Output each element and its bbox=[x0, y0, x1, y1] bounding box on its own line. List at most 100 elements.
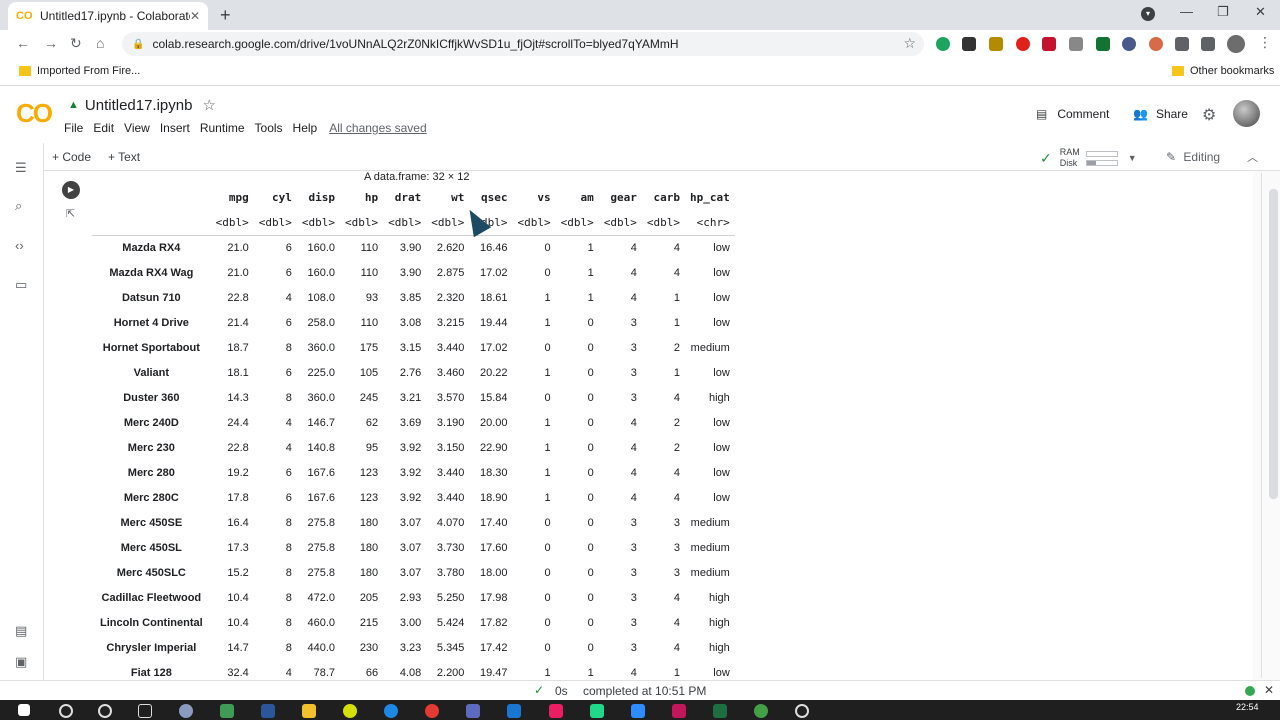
table-cell: 18.30 bbox=[480, 466, 508, 479]
table-cell: 1 bbox=[673, 291, 681, 304]
bookmark-star-icon[interactable]: ☆ bbox=[903, 35, 916, 52]
files-folder-icon[interactable]: ▭ bbox=[15, 277, 27, 293]
taskbar-app-icon[interactable] bbox=[754, 704, 768, 718]
table-cell: high bbox=[709, 391, 730, 404]
table-cell: 440.0 bbox=[307, 641, 336, 654]
command-palette-icon[interactable]: ▤ bbox=[15, 623, 27, 639]
taskbar-explorer-icon[interactable] bbox=[302, 704, 316, 718]
extension-mcafee-icon[interactable] bbox=[1042, 37, 1056, 51]
window-close-icon[interactable]: ✕ bbox=[1255, 4, 1266, 20]
resources-indicator[interactable]: ✓ RAM Disk ▼ bbox=[1040, 147, 1137, 169]
menu-help[interactable]: Help bbox=[293, 121, 318, 135]
taskbar-zoom-icon[interactable] bbox=[631, 704, 645, 718]
bookmark-folder-imported[interactable]: Imported From Fire... bbox=[19, 65, 140, 77]
extension-grammarly-icon[interactable] bbox=[936, 37, 950, 51]
cortana-icon[interactable] bbox=[98, 704, 112, 718]
menu-insert[interactable]: Insert bbox=[160, 121, 190, 135]
reading-list-icon[interactable] bbox=[1201, 37, 1215, 51]
table-row: Merc 450SE 16.4 8 275.8 180 3.07 4.070 17.40 0 0 3… bbox=[92, 510, 735, 535]
extension-icon[interactable] bbox=[962, 37, 976, 51]
table-cell: 0 bbox=[587, 491, 594, 504]
save-status[interactable]: All changes saved bbox=[329, 121, 426, 135]
extension-icon[interactable] bbox=[1122, 37, 1136, 51]
table-cell: 0 bbox=[587, 366, 594, 379]
search-icon[interactable]: ⌕ bbox=[15, 198, 22, 214]
user-avatar[interactable] bbox=[1233, 100, 1260, 127]
vertical-scrollbar[interactable] bbox=[1253, 171, 1280, 680]
minimize-icon[interactable]: — bbox=[1180, 4, 1193, 19]
taskbar-app-icon[interactable] bbox=[466, 704, 480, 718]
column-header: am bbox=[580, 191, 594, 204]
scroll-thumb[interactable] bbox=[1269, 189, 1278, 499]
settings-gear-icon[interactable]: ⚙ bbox=[1202, 105, 1216, 125]
taskbar-app-icon[interactable] bbox=[220, 704, 234, 718]
terminal-icon[interactable]: ▣ bbox=[15, 654, 27, 670]
output-actions-icon[interactable]: ⇱ bbox=[66, 207, 75, 220]
table-cell: 10.4 bbox=[227, 591, 249, 604]
editing-label: Editing bbox=[1183, 150, 1221, 164]
back-icon[interactable]: ← bbox=[16, 35, 30, 51]
share-button[interactable]: 👥 Share bbox=[1133, 107, 1188, 121]
taskbar-edge-icon[interactable] bbox=[384, 704, 398, 718]
menu-view[interactable]: View bbox=[124, 121, 150, 135]
extension-icon[interactable] bbox=[1149, 37, 1163, 51]
table-cell: 4.070 bbox=[436, 516, 465, 529]
dropdown-caret-icon[interactable]: ▼ bbox=[1128, 153, 1137, 163]
close-tab-icon[interactable]: ✕ bbox=[190, 9, 200, 23]
new-tab-icon[interactable]: + bbox=[220, 5, 231, 26]
taskbar-chrome-icon[interactable] bbox=[425, 704, 439, 718]
comment-button[interactable]: ▤ Comment bbox=[1036, 107, 1109, 121]
table-cell: 275.8 bbox=[307, 516, 336, 529]
exec-status-message[interactable]: completed at 10:51 PM bbox=[583, 684, 706, 698]
table-cell: 160.0 bbox=[307, 241, 336, 254]
code-snippets-icon[interactable]: ‹› bbox=[15, 238, 24, 253]
taskbar-pycharm-icon[interactable] bbox=[590, 704, 604, 718]
taskbar-app-icon[interactable] bbox=[672, 704, 686, 718]
table-of-contents-icon[interactable]: ☰ bbox=[15, 160, 27, 176]
windows-start-icon[interactable] bbox=[18, 704, 30, 716]
forward-icon[interactable]: → bbox=[44, 35, 58, 51]
bookmark-folder-other[interactable]: Other bookmarks bbox=[1172, 65, 1274, 77]
browser-tab[interactable]: CO Untitled17.ipynb - Colaboratory ✕ bbox=[8, 2, 208, 30]
home-icon[interactable]: ⌂ bbox=[96, 35, 104, 51]
editing-mode-button[interactable]: ✎ Editing bbox=[1166, 150, 1220, 164]
star-icon[interactable]: ☆ bbox=[202, 96, 215, 114]
taskbar-search-icon[interactable] bbox=[59, 704, 73, 718]
collapse-header-icon[interactable]: ︿ bbox=[1247, 149, 1258, 165]
taskbar-clock[interactable]: 22:54 bbox=[1236, 702, 1259, 712]
table-cell: 1 bbox=[544, 416, 551, 429]
extensions-puzzle-icon[interactable] bbox=[1175, 37, 1189, 51]
browser-tab-strip: CO Untitled17.ipynb - Colaboratory ✕ + ▾… bbox=[0, 0, 1280, 30]
extension-icon[interactable] bbox=[989, 37, 1003, 51]
menu-file[interactable]: File bbox=[64, 121, 83, 135]
task-view-icon[interactable] bbox=[138, 704, 152, 718]
taskbar-excel-icon[interactable] bbox=[713, 704, 727, 718]
taskbar-r-icon[interactable] bbox=[179, 704, 193, 718]
colab-logo[interactable]: CO bbox=[16, 98, 53, 129]
drive-icon[interactable]: ▲ bbox=[68, 99, 79, 111]
taskbar-app-icon[interactable] bbox=[507, 704, 521, 718]
status-close-icon[interactable]: ✕ bbox=[1264, 683, 1274, 697]
add-code-button[interactable]: + Code bbox=[52, 150, 91, 164]
table-row: Fiat 128 32.4 4 78.7 66 4.08 2.200 19.47 1 1 4 1 low bbox=[92, 660, 735, 680]
notebook-title[interactable]: Untitled17.ipynb bbox=[85, 97, 193, 114]
taskbar-app-icon[interactable] bbox=[343, 704, 357, 718]
address-bar[interactable]: 🔒 colab.research.google.com/drive/1voUNn… bbox=[122, 32, 924, 56]
taskbar-word-icon[interactable] bbox=[261, 704, 275, 718]
reload-icon[interactable]: ↻ bbox=[70, 35, 82, 52]
taskbar-slack-icon[interactable] bbox=[549, 704, 563, 718]
extension-icon[interactable] bbox=[1096, 37, 1110, 51]
profile-avatar[interactable] bbox=[1227, 35, 1245, 53]
taskbar-obs-icon[interactable] bbox=[795, 704, 809, 718]
menu-edit[interactable]: Edit bbox=[93, 121, 114, 135]
maximize-icon[interactable]: ❐ bbox=[1217, 4, 1229, 20]
extension-icon[interactable] bbox=[1069, 37, 1083, 51]
browser-menu-icon[interactable]: ⋮ bbox=[1258, 34, 1272, 51]
menu-runtime[interactable]: Runtime bbox=[200, 121, 245, 135]
tab-search-icon[interactable]: ▾ bbox=[1141, 7, 1155, 21]
extension-opera-icon[interactable] bbox=[1016, 37, 1030, 51]
table-cell: 0 bbox=[587, 516, 594, 529]
menu-tools[interactable]: Tools bbox=[255, 121, 283, 135]
add-text-button[interactable]: + Text bbox=[108, 150, 140, 164]
run-cell-icon[interactable]: ▶ bbox=[62, 181, 80, 199]
